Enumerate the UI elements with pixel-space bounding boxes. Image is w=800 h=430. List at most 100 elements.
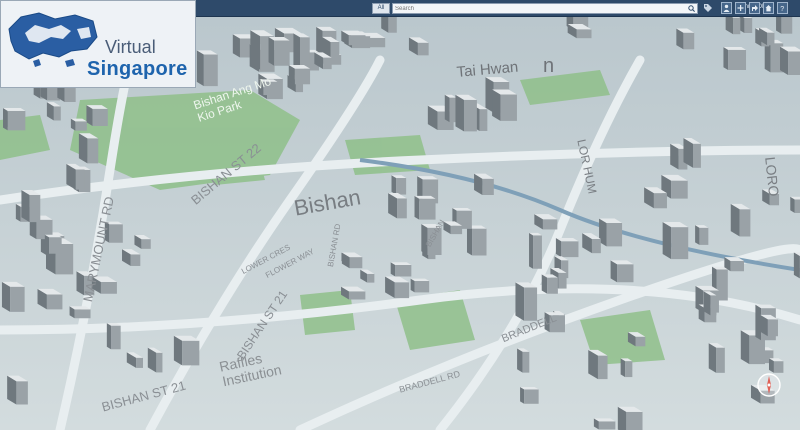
building-face	[294, 68, 311, 85]
building-face	[15, 203, 21, 222]
compass-icon[interactable]	[756, 372, 782, 398]
building-face	[730, 203, 740, 237]
building-face	[515, 282, 525, 321]
building-face	[3, 108, 8, 131]
building-face	[100, 281, 117, 294]
building-face	[683, 32, 695, 50]
building-face	[349, 257, 363, 269]
building-face	[299, 37, 310, 69]
building-face	[708, 343, 717, 373]
building-face	[388, 16, 397, 33]
building-face	[368, 37, 386, 48]
building-face	[92, 108, 108, 126]
search-box[interactable]	[392, 3, 698, 14]
building-face	[591, 238, 601, 254]
search-input[interactable]	[395, 4, 685, 13]
building-face	[330, 42, 340, 58]
building-face	[517, 348, 523, 373]
building-face	[733, 17, 741, 35]
building-face	[533, 235, 542, 269]
building-face	[790, 196, 795, 213]
building-face	[444, 94, 450, 123]
building-face	[625, 361, 633, 378]
building-face	[136, 357, 144, 368]
home-icon	[765, 5, 772, 12]
building-face	[524, 287, 538, 321]
building-face	[598, 421, 616, 430]
building-face	[44, 234, 49, 254]
building-face	[7, 110, 26, 131]
building-face	[203, 54, 218, 87]
building-face	[710, 295, 717, 316]
home-button[interactable]	[763, 2, 774, 14]
building-face	[323, 57, 332, 70]
building-face	[542, 219, 558, 230]
building-face	[693, 143, 701, 168]
building-face	[793, 252, 800, 279]
building-face	[141, 239, 151, 249]
building-face	[492, 89, 501, 121]
share-icon	[752, 5, 758, 11]
building-face	[653, 193, 667, 209]
search-scope-button[interactable]: All	[372, 3, 390, 14]
user-button[interactable]	[721, 2, 732, 14]
building-face	[414, 281, 430, 293]
building-face	[723, 47, 729, 71]
share-button[interactable]	[749, 2, 760, 14]
building-face	[626, 411, 643, 430]
help-button[interactable]: ?	[777, 2, 788, 14]
building-face	[21, 190, 30, 223]
building-face	[414, 195, 420, 220]
svg-text:?: ?	[780, 6, 784, 12]
building-face	[671, 227, 689, 260]
building-face	[75, 121, 87, 131]
building-face	[16, 381, 28, 405]
building-face	[767, 319, 778, 337]
building-face	[472, 228, 487, 256]
building-face	[794, 199, 800, 213]
building-face	[29, 194, 41, 223]
building-face	[75, 169, 85, 190]
building-face	[106, 323, 112, 350]
building-face	[739, 209, 751, 237]
building-face	[196, 50, 204, 87]
building-face	[695, 225, 700, 245]
building-face	[703, 291, 711, 316]
building-face	[274, 40, 290, 66]
building-face	[293, 33, 300, 69]
building-face	[755, 304, 762, 341]
building-face	[606, 223, 623, 247]
building-face	[541, 274, 548, 294]
building-face	[53, 106, 61, 121]
building-face	[767, 32, 775, 46]
top-toolbar: All John DOE ?	[196, 0, 800, 17]
building-face	[728, 49, 747, 71]
building-face	[522, 351, 530, 373]
building-face	[740, 330, 750, 365]
building-face	[391, 175, 397, 195]
building-face	[394, 282, 410, 299]
map-label-tai-hwan-sign: n	[543, 55, 555, 77]
building-face	[450, 225, 463, 235]
help-icon: ?	[780, 6, 784, 12]
user-icon	[723, 4, 730, 12]
compass-widget[interactable]	[756, 372, 782, 398]
building-face	[671, 180, 688, 199]
building-face	[555, 238, 562, 258]
building-face	[662, 221, 672, 260]
add-button[interactable]	[735, 2, 746, 14]
building-face	[524, 389, 539, 404]
building-face	[111, 325, 121, 350]
building-face	[268, 37, 275, 66]
logo-text-singapore: Singapore	[87, 58, 188, 80]
building-face	[173, 335, 183, 366]
virtual-singapore-logo: Virtual Singapore	[0, 0, 196, 88]
building-face	[10, 286, 25, 312]
building-face	[396, 178, 407, 195]
building-face	[466, 225, 473, 256]
building-face	[699, 227, 709, 245]
building-face	[419, 198, 436, 220]
building-face	[529, 232, 534, 269]
building-face	[576, 29, 592, 39]
building-face	[156, 352, 163, 373]
